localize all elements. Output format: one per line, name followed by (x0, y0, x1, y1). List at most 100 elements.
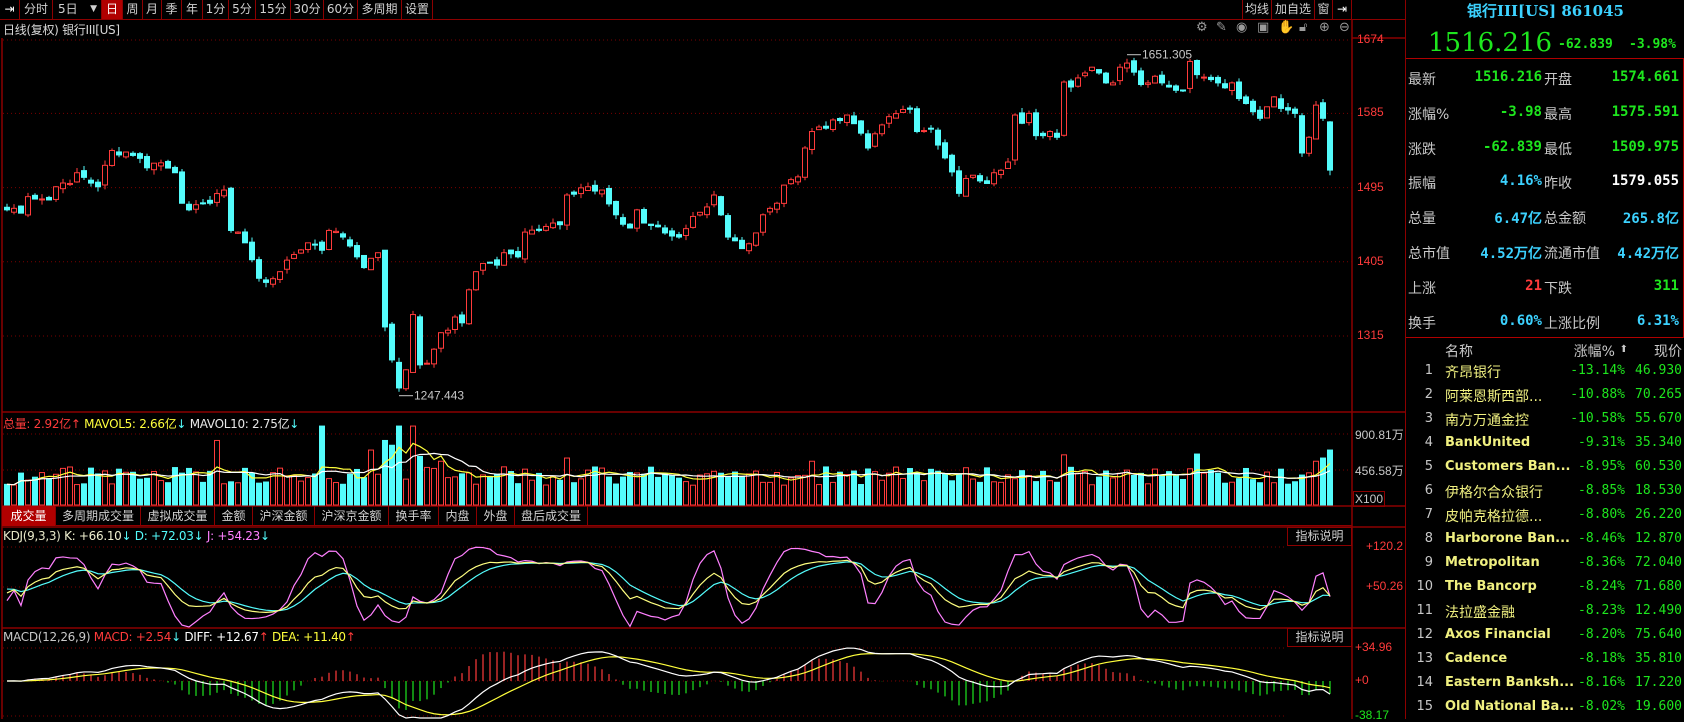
kline-chart[interactable]: 1651.305 1247.443 (0, 0, 1405, 719)
list-header: 名称 涨幅% 现价 ⬆ (1406, 338, 1684, 362)
list-header-price[interactable]: 现价 (1654, 341, 1682, 361)
list-item[interactable]: 12 Axos Financial -8.20% 75.640 (1406, 624, 1684, 648)
candle-up (1047, 131, 1053, 138)
candle-up (760, 214, 766, 233)
change-pct: -10.88% (1570, 387, 1625, 402)
volume-bar (228, 481, 234, 506)
tab-1[interactable]: 多周期成交量 (56, 506, 141, 526)
candle-down (984, 180, 990, 184)
candle-up (501, 252, 507, 266)
change-pct: -8.18% (1578, 651, 1625, 666)
volume-bar (165, 482, 171, 506)
candle-down (1215, 76, 1221, 84)
quote-value: 1574.661 (1611, 69, 1679, 85)
list-item[interactable]: 10 The Bancorp -8.24% 71.680 (1406, 576, 1684, 600)
candle-down (613, 200, 619, 216)
list-header-pct[interactable]: 涨幅% (1574, 341, 1615, 361)
volume-bar (95, 473, 101, 506)
list-item[interactable]: 5 Customers Ban... -8.95% 60.530 (1406, 456, 1684, 480)
stock-name: Harborone Ban... (1445, 531, 1570, 546)
list-item[interactable]: 14 Eastern Banksh... -8.16% 17.220 (1406, 672, 1684, 696)
tab-6[interactable]: 换手率 (389, 506, 439, 526)
candle-up (1124, 62, 1130, 69)
macd-value: MACD: +2.54 (93, 630, 172, 644)
candle-down (1131, 60, 1137, 73)
tab-8[interactable]: 外盘 (477, 506, 515, 526)
volume-bar (718, 472, 724, 506)
candle-up (1306, 136, 1312, 154)
quote-label: 振幅 (1408, 176, 1436, 193)
quote-row: 上涨 21 下跌 311 (1406, 278, 1684, 302)
list-item[interactable]: 15 Old National Ba... -8.02% 19.600 (1406, 696, 1684, 720)
volume-bar (368, 449, 374, 506)
current-price: 70.265 (1635, 387, 1682, 402)
candle-down (487, 261, 493, 264)
quote-value: 4.42万亿 (1617, 246, 1679, 262)
candle-down (137, 153, 143, 159)
volume-bar (578, 478, 584, 506)
rank: 6 (1424, 483, 1433, 498)
current-price: 12.490 (1635, 603, 1682, 618)
candle-up (585, 186, 591, 192)
macd-axis-bottom: -38.17 (1355, 708, 1390, 722)
candle-down (1068, 80, 1074, 88)
tab-7[interactable]: 内盘 (439, 506, 477, 526)
list-item[interactable]: 4 BankUnited -9.31% 35.340 (1406, 432, 1684, 456)
tab-0[interactable]: 成交量 (2, 506, 56, 526)
candle-up (193, 204, 199, 210)
volume-bar (18, 472, 24, 506)
quote-row: 振幅 4.16% 昨收 1579.055 (1406, 173, 1684, 197)
quote-value: 6.31% (1636, 312, 1679, 329)
candle-down (18, 205, 24, 214)
list-header-name[interactable]: 名称 (1445, 341, 1473, 361)
volume-bar (683, 481, 689, 506)
tab-5[interactable]: 沪深京金额 (315, 506, 389, 526)
candle-down (1250, 100, 1256, 113)
candle-down (1159, 74, 1165, 84)
change-pct: -8.23% (1578, 603, 1625, 618)
sort-desc-icon[interactable]: ⬆ (1620, 344, 1628, 355)
candle-up (473, 271, 479, 291)
rank: 14 (1416, 675, 1433, 690)
change-pct: -8.20% (1578, 627, 1625, 642)
list-item[interactable]: 11 法拉盛金融 -8.23% 12.490 (1406, 600, 1684, 624)
rank: 12 (1416, 627, 1433, 642)
volume-bar (179, 472, 185, 506)
list-item[interactable]: 13 Cadence -8.18% 35.810 (1406, 648, 1684, 672)
kdj-d: D: +72.03 (134, 529, 194, 543)
volume-bar (25, 479, 31, 506)
list-item[interactable]: 2 阿莱恩斯西部... -10.88% 70.265 (1406, 384, 1684, 408)
stock-name: 齐昂银行 (1445, 365, 1501, 381)
volume-bar (263, 481, 269, 506)
tab-3[interactable]: 金额 (215, 506, 253, 526)
list-item[interactable]: 8 Harborone Ban... -8.46% 12.870 (1406, 528, 1684, 552)
quote-row: 总市值 4.52万亿 流通市值 4.42万亿 (1406, 243, 1684, 267)
tab-4[interactable]: 沪深金额 (253, 506, 315, 526)
ranking-list: 名称 涨幅% 现价 ⬆ 1 齐昂银行 -13.14% 46.930 2 阿莱恩斯西部... -10.… (1406, 338, 1684, 719)
volume-bar (1145, 483, 1151, 506)
list-item[interactable]: 6 伊格尔合众银行 -8.85% 18.530 (1406, 480, 1684, 504)
list-item[interactable]: 7 皮帕克格拉德... -8.80% 26.220 (1406, 504, 1684, 528)
list-item[interactable]: 1 齐昂银行 -13.14% 46.930 (1406, 360, 1684, 384)
quote-table: 最新 1516.216 开盘 1574.661 涨幅% -3.98 最高 1575.591 涨跌… (1406, 58, 1684, 338)
kdj-explain-button[interactable]: 指标说明 (1287, 527, 1352, 546)
list-item[interactable]: 3 南方万通金控 -10.58% 55.670 (1406, 408, 1684, 432)
current-price: 35.340 (1635, 435, 1682, 450)
kdj-k: K: +66.10 (64, 529, 122, 543)
volume-bar (487, 476, 493, 506)
tab-9[interactable]: 盘后成交量 (515, 506, 588, 526)
volume-bar (550, 475, 556, 506)
volume-bar (655, 476, 661, 506)
candle-up (466, 289, 472, 325)
candle-down (669, 230, 675, 237)
candle-up (1082, 72, 1088, 77)
quote-label: 涨跌 (1408, 141, 1436, 158)
candle-down (1040, 132, 1046, 137)
macd-explain-button[interactable]: 指标说明 (1287, 628, 1352, 647)
change-pct: -8.85% (1578, 483, 1625, 498)
tab-2[interactable]: 虚拟成交量 (141, 506, 215, 526)
rank: 15 (1416, 699, 1433, 714)
list-item[interactable]: 9 Metropolitan -8.36% 72.040 (1406, 552, 1684, 576)
volume-bar (879, 479, 885, 506)
change-pct: -8.36% (1578, 555, 1625, 570)
